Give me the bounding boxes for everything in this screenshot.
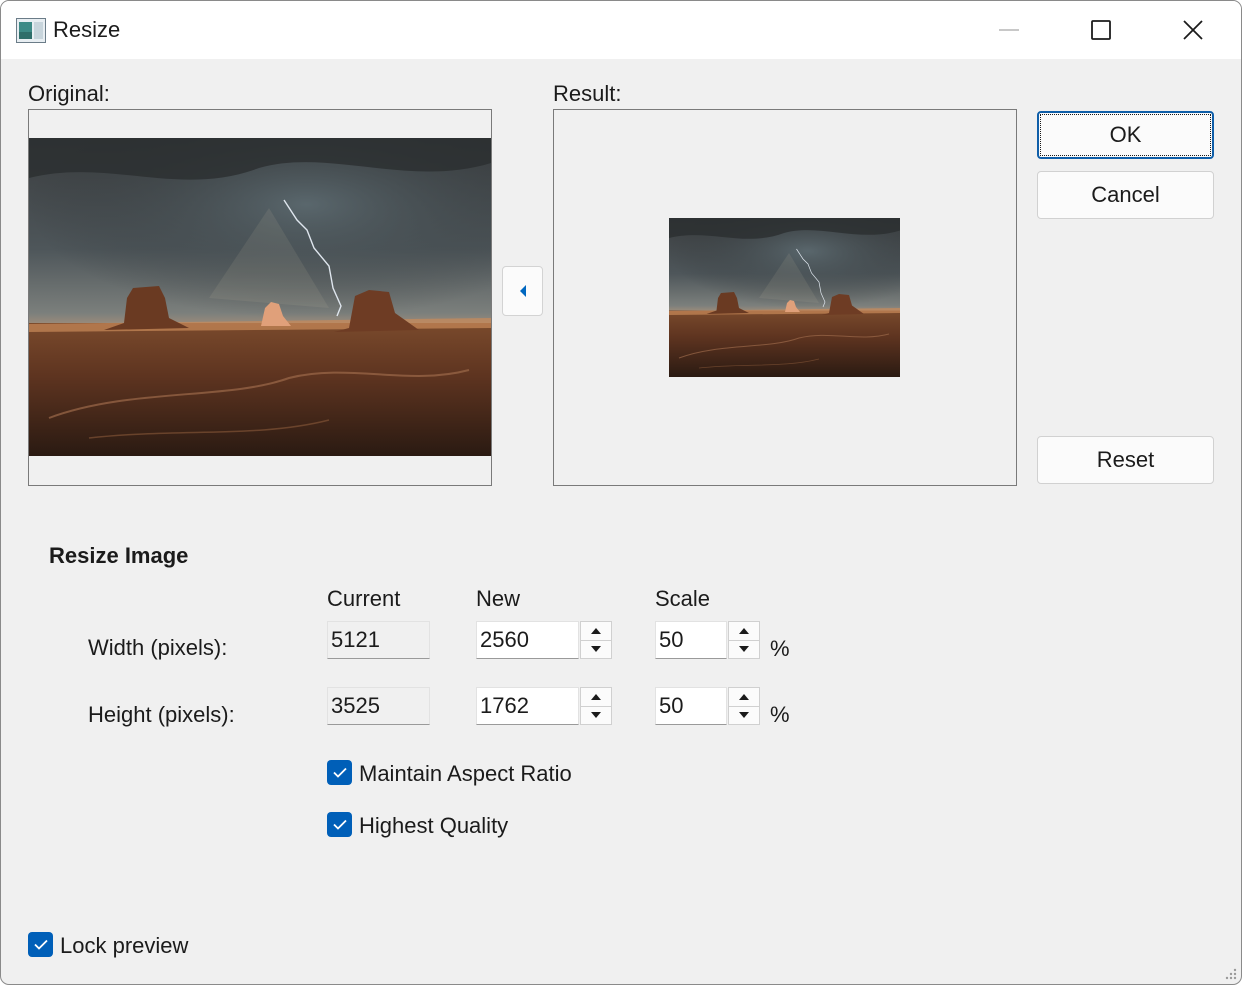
maximize-icon xyxy=(1091,20,1111,40)
close-button[interactable] xyxy=(1147,1,1239,59)
width-new-input[interactable]: 2560 xyxy=(476,621,579,659)
spin-down-button[interactable] xyxy=(729,640,759,658)
spin-down-button[interactable] xyxy=(581,706,611,724)
header-scale: Scale xyxy=(655,586,711,611)
width-scale-spinner[interactable] xyxy=(728,621,760,659)
checkmark-icon xyxy=(332,819,347,830)
spin-down-button[interactable] xyxy=(581,640,611,658)
spin-up-button[interactable] xyxy=(581,688,611,707)
lock-preview-checkbox[interactable] xyxy=(28,932,53,957)
reset-button[interactable]: Reset xyxy=(1037,436,1214,484)
width-new-spinner[interactable] xyxy=(580,621,612,659)
width-scale-input[interactable]: 50 xyxy=(655,621,727,659)
highest-quality-checkbox[interactable] xyxy=(327,812,352,837)
result-image xyxy=(669,218,900,377)
image-app-icon xyxy=(16,18,46,43)
height-scale-input[interactable]: 50 xyxy=(655,687,727,725)
spin-up-button[interactable] xyxy=(729,688,759,707)
caret-down-icon xyxy=(591,712,601,718)
height-new-input[interactable]: 1762 xyxy=(476,687,579,725)
original-image xyxy=(29,138,491,456)
spin-down-button[interactable] xyxy=(729,706,759,724)
width-current-field: 5121 xyxy=(327,621,430,659)
caret-down-icon xyxy=(739,646,749,652)
width-percent-unit: % xyxy=(770,636,790,661)
checkmark-icon xyxy=(33,939,48,950)
title-bar[interactable]: Resize xyxy=(1,1,1241,59)
result-label: Result: xyxy=(553,81,622,106)
original-preview xyxy=(28,109,492,486)
caret-up-icon xyxy=(591,628,601,634)
maximize-button[interactable] xyxy=(1055,1,1147,59)
height-current-field: 3525 xyxy=(327,687,430,725)
caret-down-icon xyxy=(591,646,601,652)
spin-up-button[interactable] xyxy=(581,622,611,641)
height-new-spinner[interactable] xyxy=(580,687,612,725)
result-preview xyxy=(553,109,1017,486)
caret-up-icon xyxy=(739,694,749,700)
maintain-aspect-checkbox[interactable] xyxy=(327,760,352,785)
height-label: Height (pixels): xyxy=(88,702,235,727)
original-label: Original: xyxy=(28,81,110,106)
header-new: New xyxy=(476,586,521,611)
highest-quality-label[interactable]: Highest Quality xyxy=(359,813,508,839)
height-scale-spinner[interactable] xyxy=(728,687,760,725)
caret-down-icon xyxy=(739,712,749,718)
ok-button[interactable]: OK xyxy=(1037,111,1214,159)
checkmark-icon xyxy=(332,767,347,778)
chevron-left-icon xyxy=(519,285,526,297)
minimize-button[interactable] xyxy=(963,1,1055,59)
cancel-button[interactable]: Cancel xyxy=(1037,171,1214,219)
caret-up-icon xyxy=(739,628,749,634)
header-current: Current xyxy=(327,586,401,611)
minimize-icon xyxy=(999,29,1019,31)
copy-result-button[interactable] xyxy=(502,266,543,316)
resize-grip-icon[interactable] xyxy=(1223,966,1237,980)
maintain-aspect-label[interactable]: Maintain Aspect Ratio xyxy=(359,761,572,787)
height-percent-unit: % xyxy=(770,702,790,727)
spin-up-button[interactable] xyxy=(729,622,759,641)
resize-dialog: Resize Original: Result: OK Cancel Reset… xyxy=(0,0,1242,985)
section-title: Resize Image xyxy=(49,543,189,568)
window-title: Resize xyxy=(53,17,121,42)
width-label: Width (pixels): xyxy=(88,635,228,660)
caret-up-icon xyxy=(591,694,601,700)
close-icon xyxy=(1183,20,1203,40)
lock-preview-label[interactable]: Lock preview xyxy=(60,933,188,959)
